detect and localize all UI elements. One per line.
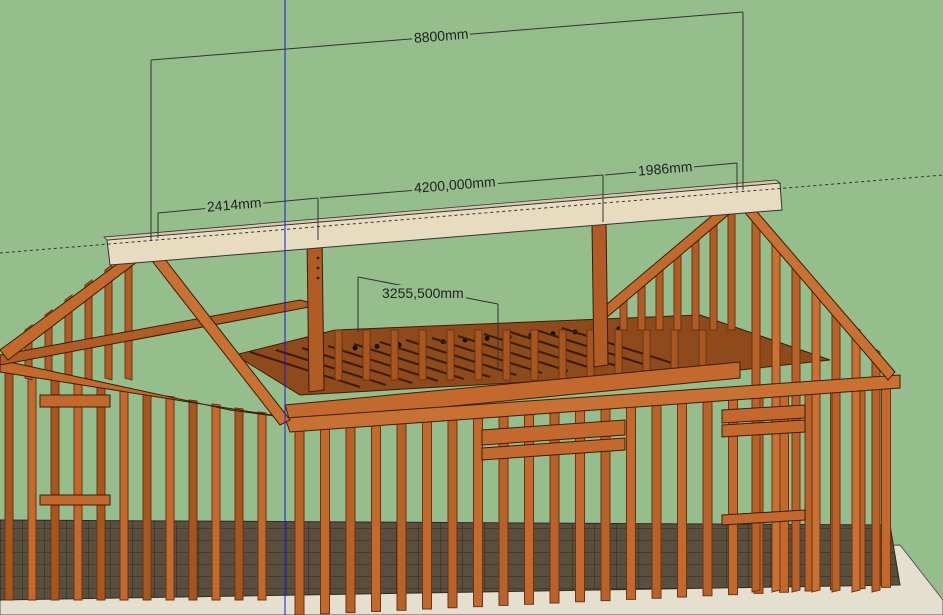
stud[interactable] (586, 329, 595, 381)
stud[interactable] (751, 214, 761, 593)
stud[interactable] (362, 329, 371, 381)
stud[interactable] (811, 280, 821, 593)
stud[interactable] (709, 219, 718, 331)
stud[interactable] (257, 411, 267, 601)
stud[interactable] (502, 329, 511, 381)
stud[interactable] (390, 329, 399, 381)
stud[interactable] (96, 383, 106, 601)
stud[interactable] (142, 391, 152, 601)
stud[interactable] (165, 395, 175, 601)
stud[interactable] (474, 329, 483, 381)
stud[interactable] (320, 427, 330, 615)
stud[interactable] (691, 233, 700, 331)
stud[interactable] (422, 419, 432, 610)
stud[interactable] (119, 387, 129, 601)
3d-scene[interactable] (0, 0, 943, 615)
stud[interactable] (702, 400, 713, 597)
stud[interactable] (626, 405, 636, 600)
stud[interactable] (677, 401, 687, 598)
stud[interactable] (473, 416, 483, 608)
stud[interactable] (651, 403, 662, 599)
floor-slab[interactable] (0, 519, 943, 615)
stud[interactable] (851, 324, 861, 593)
stud[interactable] (234, 407, 244, 601)
stud[interactable] (27, 371, 37, 601)
stud[interactable] (447, 418, 458, 609)
stud[interactable] (50, 375, 60, 601)
stud[interactable] (530, 329, 539, 381)
stud[interactable] (73, 379, 83, 601)
stud[interactable] (334, 329, 343, 381)
stud[interactable] (345, 425, 356, 614)
stud[interactable] (446, 329, 455, 381)
stud[interactable] (614, 329, 623, 381)
stud[interactable] (188, 399, 198, 601)
stud[interactable] (418, 329, 427, 381)
stud[interactable] (558, 329, 567, 381)
stud[interactable] (211, 403, 221, 601)
modeling-viewport[interactable]: 8800mm 2414mm 4200,000mm 1986mm 3255,500… (0, 0, 943, 615)
stud[interactable] (396, 421, 407, 611)
stud[interactable] (881, 387, 891, 588)
joist-bolt (484, 335, 490, 341)
dimension-joist-span[interactable]: 3255,500mm (380, 285, 466, 301)
joist-bolt (352, 345, 358, 351)
stud[interactable] (727, 205, 736, 331)
stud[interactable] (371, 423, 381, 612)
joist-bolt (374, 343, 380, 349)
stud[interactable] (294, 428, 305, 615)
stud[interactable] (4, 367, 14, 601)
stud[interactable] (831, 302, 841, 593)
